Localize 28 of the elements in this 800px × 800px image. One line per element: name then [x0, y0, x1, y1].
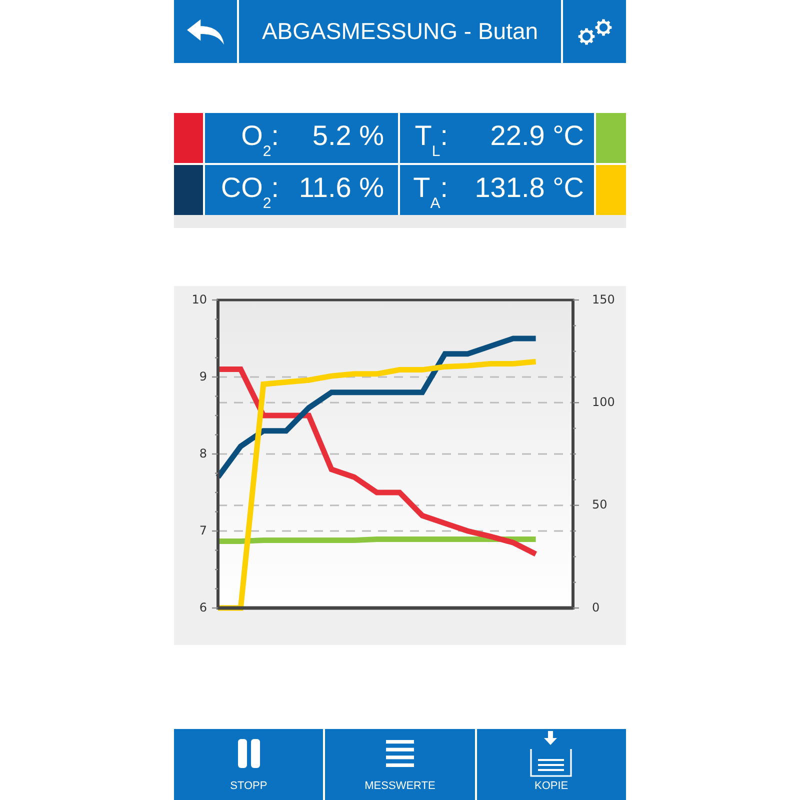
axis-tick-label: 10 [192, 292, 207, 306]
toolbar-button[interactable]: MESSWERTE [325, 729, 475, 800]
measurement-value: 22.9 °C [490, 122, 584, 150]
measurement-value: 5.2 % [312, 122, 384, 150]
list-icon [386, 740, 414, 767]
header-title: ABGASMESSUNG - Butan [239, 0, 561, 63]
settings-button[interactable] [563, 0, 626, 63]
axis-tick-label: 9 [199, 369, 207, 384]
measurement-label: T$_{L}$: [414, 122, 448, 162]
download-icon [530, 730, 572, 776]
axis-tick-label: 7 [199, 523, 207, 538]
back-arrow-icon [187, 18, 224, 44]
measurement-label: T$_{A}$: [413, 174, 448, 214]
toolbar-button[interactable]: STOPP [174, 729, 324, 800]
pause-icon [238, 739, 260, 768]
measurement-value: 131.8 °C [474, 174, 584, 202]
axis-tick-label: 50 [592, 498, 608, 512]
measurement-value: 11.6 % [298, 174, 384, 202]
axis-tick-label: 8 [199, 446, 207, 460]
axis-tick-label: 0 [592, 600, 600, 614]
back-button[interactable] [174, 0, 237, 63]
axis-tick-label: 150 [592, 292, 615, 306]
measurement-label: O$_{2}$: [241, 122, 279, 162]
toolbar-button[interactable]: KOPIE [476, 729, 626, 800]
axis-tick-label: 6 [199, 600, 207, 614]
axis-tick-label: 100 [592, 394, 615, 409]
measurement-label: CO$_{2}$: [220, 174, 279, 214]
settings-icon [578, 18, 612, 44]
